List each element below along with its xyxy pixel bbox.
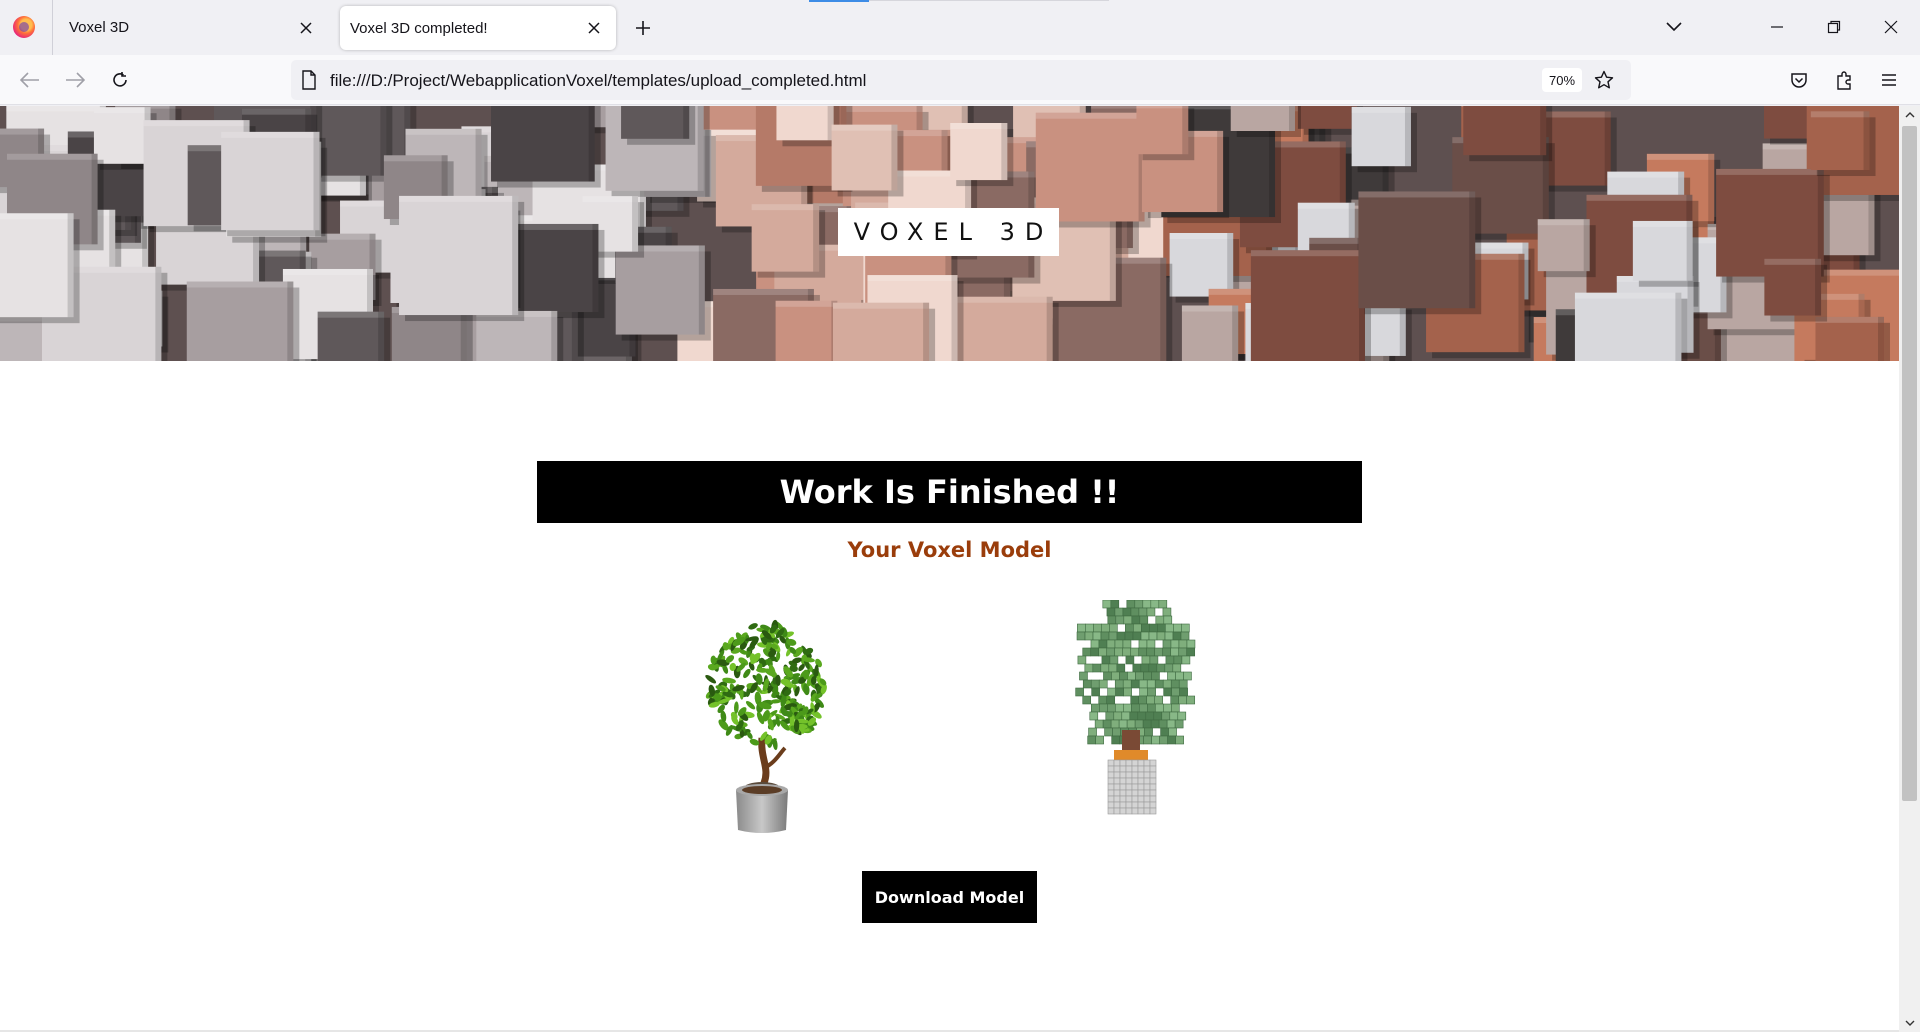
tab-voxel-3d-completed[interactable]: Voxel 3D completed! bbox=[340, 6, 616, 50]
brand-logo: VOXEL 3D bbox=[838, 208, 1059, 256]
tab-title: Voxel 3D bbox=[69, 19, 130, 36]
navigation-toolbar: file:///D:/Project/WebapplicationVoxel/t… bbox=[0, 55, 1920, 105]
voxel-plant-image bbox=[1075, 600, 1196, 815]
url-text[interactable]: file:///D:/Project/WebapplicationVoxel/t… bbox=[330, 71, 866, 91]
extensions-icon[interactable] bbox=[1829, 65, 1859, 95]
scroll-up-icon[interactable] bbox=[1899, 106, 1920, 124]
original-plant-image bbox=[705, 619, 827, 833]
download-model-button[interactable]: Download Model bbox=[862, 871, 1037, 923]
firefox-icon[interactable] bbox=[13, 16, 35, 38]
close-icon[interactable] bbox=[582, 16, 606, 40]
tab-voxel-3d[interactable]: Voxel 3D bbox=[52, 0, 328, 55]
page-icon bbox=[301, 70, 321, 90]
model-subtitle: Your Voxel Model bbox=[847, 538, 1052, 562]
chevron-down-icon[interactable] bbox=[1660, 15, 1688, 39]
pocket-icon[interactable] bbox=[1784, 65, 1814, 95]
vertical-scrollbar[interactable] bbox=[1899, 106, 1920, 1032]
page-content: VOXEL 3D Work Is Finished !! Your Voxel … bbox=[0, 106, 1899, 1032]
star-icon[interactable] bbox=[1591, 67, 1617, 93]
scrollbar-thumb[interactable] bbox=[1902, 126, 1917, 801]
back-arrow-icon[interactable] bbox=[15, 65, 45, 95]
plus-icon[interactable] bbox=[629, 14, 657, 42]
url-bar[interactable]: file:///D:/Project/WebapplicationVoxel/t… bbox=[291, 60, 1631, 100]
tab-loading-track bbox=[869, 0, 1109, 1]
hero-banner: VOXEL 3D bbox=[0, 106, 1899, 361]
tab-title: Voxel 3D completed! bbox=[350, 19, 488, 37]
zoom-level-button[interactable]: 70% bbox=[1542, 68, 1582, 92]
reload-icon[interactable] bbox=[105, 65, 135, 95]
scroll-down-icon[interactable] bbox=[1899, 1014, 1920, 1032]
minimize-icon[interactable] bbox=[1762, 12, 1792, 42]
window-close-icon[interactable] bbox=[1876, 12, 1906, 42]
menu-icon[interactable] bbox=[1874, 65, 1904, 95]
tab-loading-indicator bbox=[809, 0, 869, 2]
close-icon[interactable] bbox=[294, 16, 318, 40]
restore-icon[interactable] bbox=[1819, 12, 1849, 42]
tab-strip: Voxel 3D Voxel 3D completed! bbox=[0, 0, 1920, 55]
forward-arrow-icon[interactable] bbox=[60, 65, 90, 95]
page-title: Work Is Finished !! bbox=[537, 461, 1362, 523]
